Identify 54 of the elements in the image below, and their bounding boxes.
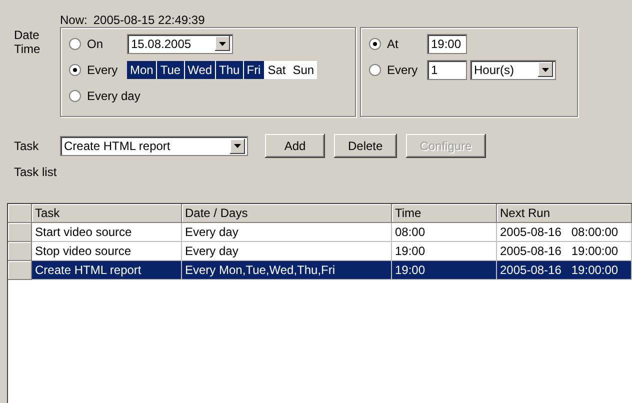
action-button[interactable]: Delete (334, 134, 397, 158)
table-row[interactable]: Start video source Every day 08:00 2005-08-16 08:00:00 (8, 223, 632, 242)
table-cell: Create HTML report (32, 261, 182, 280)
row-indicator[interactable] (8, 223, 32, 242)
action-button[interactable]: Add (265, 134, 325, 158)
date-value: 15.08.2005 (131, 36, 192, 50)
table-cell: Every Mon,Tue,Wed,Thu,Fri (182, 261, 392, 280)
row-indicator[interactable] (8, 242, 32, 261)
table-cell: Every day (182, 223, 392, 242)
task-value: Create HTML report (64, 139, 170, 153)
table-cell: 2005-08-16 19:00:00 (497, 261, 632, 280)
day-toggle[interactable]: Mon (127, 60, 156, 78)
date-dropdown[interactable]: 15.08.2005 (127, 34, 233, 54)
caret-icon (219, 42, 226, 46)
row-indicator[interactable] (8, 261, 32, 280)
row-indicator-header (8, 204, 32, 223)
day-toggle[interactable]: Fri (244, 60, 264, 78)
column-header[interactable]: Next Run (497, 204, 632, 223)
table-cell: 2005-08-16 08:00:00 (497, 223, 632, 242)
on-label: On (87, 36, 104, 50)
column-header[interactable]: Time (392, 204, 497, 223)
at-label: At (387, 36, 400, 50)
every-label: Every (387, 62, 419, 76)
dropdown-button[interactable] (230, 138, 245, 154)
task-list-label: Task list (14, 165, 57, 179)
now-label: Now: (60, 13, 88, 25)
dropdown-button[interactable] (215, 36, 230, 51)
date-time-label: Date Time (14, 27, 42, 56)
radio-button[interactable] (69, 64, 81, 76)
column-header[interactable]: Date / Days (182, 204, 392, 223)
radio-button[interactable] (369, 64, 381, 76)
current-time: 2005-08-15 22:49:39 (93, 13, 205, 25)
unit-value: Hour(s) (474, 62, 514, 76)
table-cell: Start video source (32, 223, 182, 242)
every-label: Every (87, 62, 119, 76)
column-header[interactable]: Task (32, 204, 182, 223)
every-day-label: Every day (87, 88, 140, 102)
radio-button[interactable] (69, 38, 81, 50)
radio-button[interactable] (369, 38, 381, 50)
time-field[interactable]: 19:00 (427, 34, 467, 54)
table-cell: 08:00 (392, 223, 497, 242)
caret-icon (542, 68, 549, 72)
dropdown-button[interactable] (538, 62, 553, 77)
unit-dropdown[interactable]: Hour(s) (470, 60, 556, 80)
table-row[interactable]: Create HTML report Every Mon,Tue,Wed,Thu,Fri 19:00 2005-08-16 19:00:00 (8, 261, 632, 280)
day-toggle[interactable]: Wed (184, 60, 216, 78)
caret-icon (234, 144, 241, 148)
table-cell: 19:00 (392, 261, 497, 280)
task-dropdown[interactable]: Create HTML report (60, 136, 248, 156)
interval-field[interactable]: 1 (427, 60, 467, 80)
day-toggle[interactable]: Tue (157, 60, 184, 78)
radio-button[interactable] (69, 90, 81, 102)
day-toggle[interactable]: Thu (216, 60, 243, 78)
task-label: Task (14, 139, 40, 153)
